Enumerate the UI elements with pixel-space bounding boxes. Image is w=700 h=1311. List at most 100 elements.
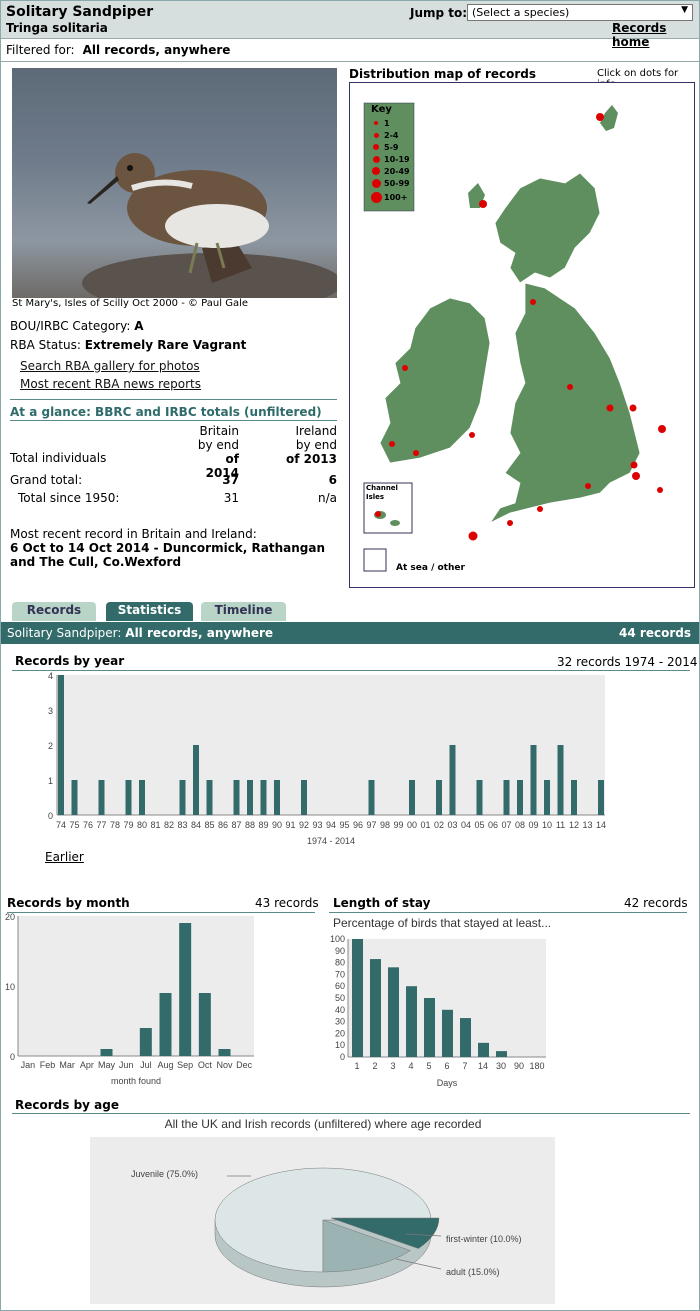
species-latin: Tringa solitaria [6,21,108,35]
grand-total-ireland: 6 [328,473,337,487]
x-axis-title: month found [111,1076,161,1086]
x-tick-label: 13 [582,820,592,830]
bar [100,1049,113,1056]
bar [274,780,280,815]
bar [409,780,415,815]
bar [301,780,307,815]
y-tick-label: 0 [48,811,53,821]
x-tick-label: 96 [353,820,363,830]
year-chart-title: Records by year [15,654,125,668]
y-tick-label: 70 [335,969,345,979]
x-tick-label: 06 [488,820,498,830]
map-dot[interactable] [658,425,666,433]
recent-value: 6 Oct to 14 Oct 2014 - Duncormick, Ratha… [10,541,326,569]
map-dot[interactable] [468,531,478,541]
map-key: 1 2-4 5-9 10-19 20-49 50-99 100+ [370,118,410,206]
map-key-label: 10-19 [384,155,410,164]
x-tick-label: 76 [83,820,93,830]
x-tick-label: 00 [407,820,417,830]
map-key-dot [371,178,381,188]
x-tick-label: Aug [157,1060,173,1070]
month-chart-summary: 43 records [255,896,319,910]
x-tick-label: 10 [542,820,552,830]
x-axis-title: Days [437,1078,458,1088]
filter-value: All records, anywhere [82,43,231,57]
bar [352,939,363,1057]
bird-photo[interactable] [12,68,337,298]
x-tick-label: Jun [119,1060,134,1070]
bar [125,780,132,815]
x-tick-label: 81 [150,820,160,830]
x-tick-label: Nov [216,1060,233,1070]
pie-label: Juvenile (75.0%) [131,1169,198,1179]
map-dot[interactable] [596,113,604,121]
x-tick-label: Jan [21,1060,36,1070]
divider [10,420,337,421]
stay-chart-summary: 42 records [624,896,688,910]
gallery-link[interactable]: Search RBA gallery for photos [20,359,200,373]
news-link[interactable]: Most recent RBA news reports [20,377,201,391]
x-tick-label: 98 [380,820,390,830]
bar [442,1009,453,1057]
map-dot[interactable] [630,461,638,469]
y-tick-label: 0 [340,1052,345,1062]
channel-isles-label: Channel Isles [366,484,398,501]
x-tick-label: 1 [354,1061,359,1071]
x-tick-label: 80 [137,820,147,830]
tab-records[interactable]: Records [12,602,96,621]
x-tick-label: 91 [285,820,295,830]
map-key-dot [373,144,379,150]
x-tick-label: 14 [596,820,606,830]
britain-header: Britain by end of 2014 [191,424,239,480]
map-dot[interactable] [530,299,536,305]
map-dot[interactable] [507,520,513,526]
map-dot[interactable] [469,432,475,438]
map-dot[interactable] [567,384,573,390]
bar [179,780,186,815]
y-tick-label: 40 [335,1005,345,1015]
x-tick-label: Feb [40,1060,56,1070]
distribution-map[interactable]: Key 1 2-4 5-9 10-19 20-49 50-99 100+ Channel I… [349,82,695,588]
map-dot[interactable] [632,472,640,480]
tab-statistics[interactable]: Statistics [106,602,193,621]
bar [478,1042,489,1057]
earlier-link[interactable]: Earlier [45,850,84,864]
y-tick-label: 2 [48,741,53,751]
map-dot[interactable] [479,200,487,208]
map-dot[interactable] [389,441,395,447]
species-select[interactable]: (Select a species) ▼ [467,4,693,21]
map-dot[interactable] [585,483,591,489]
x-tick-label: 87 [231,820,241,830]
bar [436,780,442,815]
x-tick-label: 95 [339,820,349,830]
map-dot[interactable] [537,506,543,512]
britain-header-2: by end [197,438,239,452]
x-tick-label: 83 [177,820,187,830]
map-dot[interactable] [402,365,408,371]
map-key-item: 20-49 [370,166,410,178]
status-line: RBA Status: Extremely Rare Vagrant [10,338,246,352]
chevron-down-icon: ▼ [681,5,688,15]
recent-label: Most recent record in Britain and Irelan… [10,527,257,541]
map-key-item: 5-9 [370,142,410,154]
x-tick-label: 07 [501,820,511,830]
bar [368,780,375,815]
map-dot[interactable] [629,404,637,412]
grand-total-label: Grand total: [10,473,83,487]
y-tick-label: 50 [335,993,345,1003]
map-dot[interactable] [413,450,419,456]
map-dot[interactable] [375,511,381,517]
since-1950-britain: 31 [223,491,239,505]
y-tick-label: 60 [335,981,345,991]
month-chart: 0 10 20 Jan Feb Mar Apr May Jun Jul Aug Sep Oct Nov De… [5,913,254,1086]
map-dot[interactable] [606,404,614,412]
at-sea-label: At sea / other [396,563,465,573]
map-key-label: 50-99 [384,179,410,188]
x-tick-label: 89 [258,820,268,830]
x-tick-label: 90 [272,820,282,830]
map-dot[interactable] [657,487,663,493]
y-tick-label: 20 [335,1028,345,1038]
x-tick-label: 78 [110,820,120,830]
y-tick-label: 10 [5,982,15,992]
tab-timeline[interactable]: Timeline [201,602,286,621]
